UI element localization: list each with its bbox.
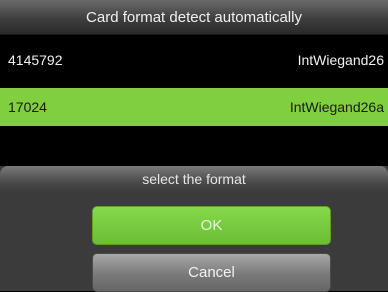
card-format: IntWiegand26 bbox=[297, 52, 384, 68]
list-item[interactable]: 4145792 IntWiegand26 bbox=[0, 41, 388, 79]
card-number: 4145792 bbox=[8, 52, 63, 68]
dialog-title: select the format bbox=[0, 166, 388, 193]
title-bar: Card format detect automatically bbox=[0, 0, 388, 35]
cancel-button[interactable]: Cancel bbox=[92, 253, 331, 292]
card-format: IntWiegand26a bbox=[289, 99, 384, 115]
list-item-selected[interactable]: 17024 IntWiegand26a bbox=[0, 88, 388, 126]
card-number: 17024 bbox=[8, 99, 47, 115]
page-title: Card format detect automatically bbox=[86, 9, 302, 26]
ok-button[interactable]: OK bbox=[92, 206, 331, 245]
format-dialog: select the format OK Cancel bbox=[0, 166, 388, 292]
card-format-list: 4145792 IntWiegand26 17024 IntWiegand26a bbox=[0, 41, 388, 175]
